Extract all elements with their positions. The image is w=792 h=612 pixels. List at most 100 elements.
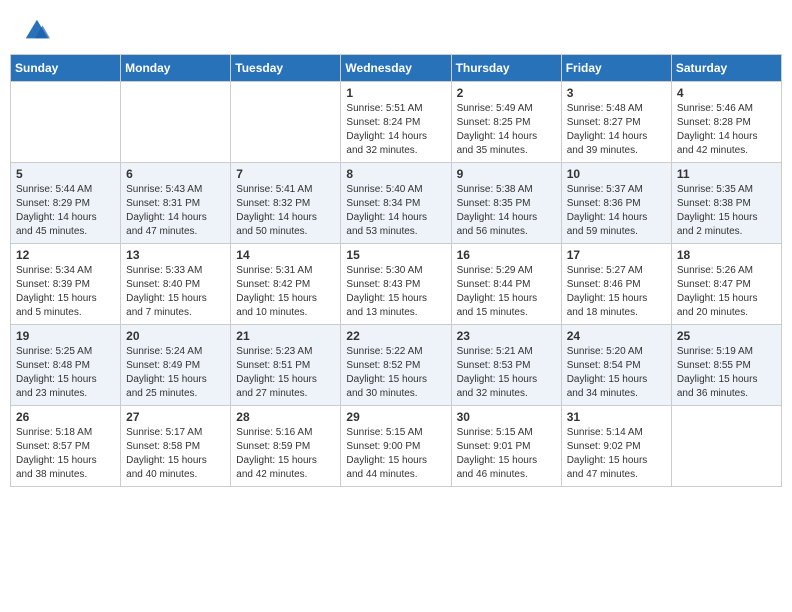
calendar-cell: 26 Sunrise: 5:18 AM Sunset: 8:57 PM Dayli… [11,406,121,487]
calendar-cell: 17 Sunrise: 5:27 AM Sunset: 8:46 PM Dayli… [561,244,671,325]
day-number: 21 [236,329,335,343]
calendar-cell: 8Sunrise: 5:40 AM Sunset: 8:34 PM Daylig… [341,163,451,244]
weekday-header-thursday: Thursday [451,55,561,82]
calendar-week-row: 5 Sunrise: 5:44 AM Sunset: 8:29 PM Daylig… [11,163,782,244]
day-number: 4 [677,86,776,100]
weekday-header-sunday: Sunday [11,55,121,82]
calendar-cell: 18 Sunrise: 5:26 AM Sunset: 8:47 PM Dayli… [671,244,781,325]
day-number: 16 [457,248,556,262]
calendar-cell: 6 Sunrise: 5:43 AM Sunset: 8:31 PM Daylig… [121,163,231,244]
day-number: 12 [16,248,115,262]
day-number: 2 [457,86,556,100]
calendar-cell: 7Sunrise: 5:41 AM Sunset: 8:32 PM Daylig… [231,163,341,244]
day-info: Sunrise: 5:19 AM Sunset: 8:55 PM Dayligh… [677,345,776,401]
day-number: 13 [126,248,225,262]
day-info: Sunrise: 5:41 AM Sunset: 8:32 PM Dayligh… [236,183,335,239]
calendar-cell [121,82,231,163]
calendar-table: SundayMondayTuesdayWednesdayThursdayFrid… [10,54,782,487]
day-info: Sunrise: 5:26 AM Sunset: 8:47 PM Dayligh… [677,264,776,320]
calendar-cell: 15 Sunrise: 5:30 AM Sunset: 8:43 PM Dayli… [341,244,451,325]
calendar-cell [231,82,341,163]
weekday-header-saturday: Saturday [671,55,781,82]
day-info: Sunrise: 5:49 AM Sunset: 8:25 PM Dayligh… [457,102,556,158]
calendar-cell: 20 Sunrise: 5:24 AM Sunset: 8:49 PM Dayli… [121,325,231,406]
day-number: 19 [16,329,115,343]
calendar-cell: 27Sunrise: 5:17 AM Sunset: 8:58 PM Dayli… [121,406,231,487]
day-info: Sunrise: 5:24 AM Sunset: 8:49 PM Dayligh… [126,345,225,401]
day-number: 26 [16,410,115,424]
weekday-header-friday: Friday [561,55,671,82]
calendar-cell [11,82,121,163]
day-number: 17 [567,248,666,262]
calendar-cell: 22Sunrise: 5:22 AM Sunset: 8:52 PM Dayli… [341,325,451,406]
weekday-header-monday: Monday [121,55,231,82]
day-info: Sunrise: 5:27 AM Sunset: 8:46 PM Dayligh… [567,264,666,320]
day-info: Sunrise: 5:14 AM Sunset: 9:02 PM Dayligh… [567,426,666,482]
calendar-cell [671,406,781,487]
day-number: 23 [457,329,556,343]
calendar-cell: 25 Sunrise: 5:19 AM Sunset: 8:55 PM Dayli… [671,325,781,406]
day-number: 20 [126,329,225,343]
day-info: Sunrise: 5:34 AM Sunset: 8:39 PM Dayligh… [16,264,115,320]
day-info: Sunrise: 5:44 AM Sunset: 8:29 PM Dayligh… [16,183,115,239]
day-number: 25 [677,329,776,343]
day-number: 14 [236,248,335,262]
calendar-cell: 19 Sunrise: 5:25 AM Sunset: 8:48 PM Dayli… [11,325,121,406]
calendar-header-row: SundayMondayTuesdayWednesdayThursdayFrid… [11,55,782,82]
day-info: Sunrise: 5:16 AM Sunset: 8:59 PM Dayligh… [236,426,335,482]
calendar-cell: 2 Sunrise: 5:49 AM Sunset: 8:25 PM Daylig… [451,82,561,163]
calendar-cell: 29 Sunrise: 5:15 AM Sunset: 9:00 PM Dayli… [341,406,451,487]
day-info: Sunrise: 5:31 AM Sunset: 8:42 PM Dayligh… [236,264,335,320]
day-info: Sunrise: 5:22 AM Sunset: 8:52 PM Dayligh… [346,345,445,401]
calendar-cell: 12 Sunrise: 5:34 AM Sunset: 8:39 PM Dayli… [11,244,121,325]
day-number: 1 [346,86,445,100]
calendar-cell: 30Sunrise: 5:15 AM Sunset: 9:01 PM Dayli… [451,406,561,487]
day-number: 29 [346,410,445,424]
logo-icon [22,16,50,44]
day-number: 9 [457,167,556,181]
day-info: Sunrise: 5:21 AM Sunset: 8:53 PM Dayligh… [457,345,556,401]
weekday-header-tuesday: Tuesday [231,55,341,82]
weekday-header-wednesday: Wednesday [341,55,451,82]
day-number: 31 [567,410,666,424]
day-number: 11 [677,167,776,181]
calendar-cell: 13Sunrise: 5:33 AM Sunset: 8:40 PM Dayli… [121,244,231,325]
day-number: 5 [16,167,115,181]
day-info: Sunrise: 5:15 AM Sunset: 9:00 PM Dayligh… [346,426,445,482]
day-info: Sunrise: 5:18 AM Sunset: 8:57 PM Dayligh… [16,426,115,482]
day-info: Sunrise: 5:25 AM Sunset: 8:48 PM Dayligh… [16,345,115,401]
day-info: Sunrise: 5:46 AM Sunset: 8:28 PM Dayligh… [677,102,776,158]
day-info: Sunrise: 5:51 AM Sunset: 8:24 PM Dayligh… [346,102,445,158]
day-number: 8 [346,167,445,181]
day-number: 10 [567,167,666,181]
day-number: 6 [126,167,225,181]
calendar-cell: 1 Sunrise: 5:51 AM Sunset: 8:24 PM Daylig… [341,82,451,163]
day-number: 3 [567,86,666,100]
calendar-cell: 10 Sunrise: 5:37 AM Sunset: 8:36 PM Dayli… [561,163,671,244]
day-info: Sunrise: 5:48 AM Sunset: 8:27 PM Dayligh… [567,102,666,158]
calendar-cell: 3 Sunrise: 5:48 AM Sunset: 8:27 PM Daylig… [561,82,671,163]
day-number: 18 [677,248,776,262]
calendar-cell: 24 Sunrise: 5:20 AM Sunset: 8:54 PM Dayli… [561,325,671,406]
calendar-cell: 14 Sunrise: 5:31 AM Sunset: 8:42 PM Dayli… [231,244,341,325]
day-info: Sunrise: 5:37 AM Sunset: 8:36 PM Dayligh… [567,183,666,239]
day-number: 27 [126,410,225,424]
day-number: 24 [567,329,666,343]
day-number: 30 [457,410,556,424]
calendar-week-row: 1 Sunrise: 5:51 AM Sunset: 8:24 PM Daylig… [11,82,782,163]
calendar-cell: 23 Sunrise: 5:21 AM Sunset: 8:53 PM Dayli… [451,325,561,406]
calendar-cell: 16Sunrise: 5:29 AM Sunset: 8:44 PM Dayli… [451,244,561,325]
day-info: Sunrise: 5:20 AM Sunset: 8:54 PM Dayligh… [567,345,666,401]
calendar-cell: 4 Sunrise: 5:46 AM Sunset: 8:28 PM Daylig… [671,82,781,163]
logo [20,18,50,44]
calendar-cell: 31 Sunrise: 5:14 AM Sunset: 9:02 PM Dayli… [561,406,671,487]
day-info: Sunrise: 5:38 AM Sunset: 8:35 PM Dayligh… [457,183,556,239]
calendar-cell: 9 Sunrise: 5:38 AM Sunset: 8:35 PM Daylig… [451,163,561,244]
day-info: Sunrise: 5:43 AM Sunset: 8:31 PM Dayligh… [126,183,225,239]
day-info: Sunrise: 5:35 AM Sunset: 8:38 PM Dayligh… [677,183,776,239]
calendar-cell: 28Sunrise: 5:16 AM Sunset: 8:59 PM Dayli… [231,406,341,487]
page-header [10,10,782,50]
calendar-week-row: 12 Sunrise: 5:34 AM Sunset: 8:39 PM Dayli… [11,244,782,325]
day-info: Sunrise: 5:30 AM Sunset: 8:43 PM Dayligh… [346,264,445,320]
day-number: 15 [346,248,445,262]
